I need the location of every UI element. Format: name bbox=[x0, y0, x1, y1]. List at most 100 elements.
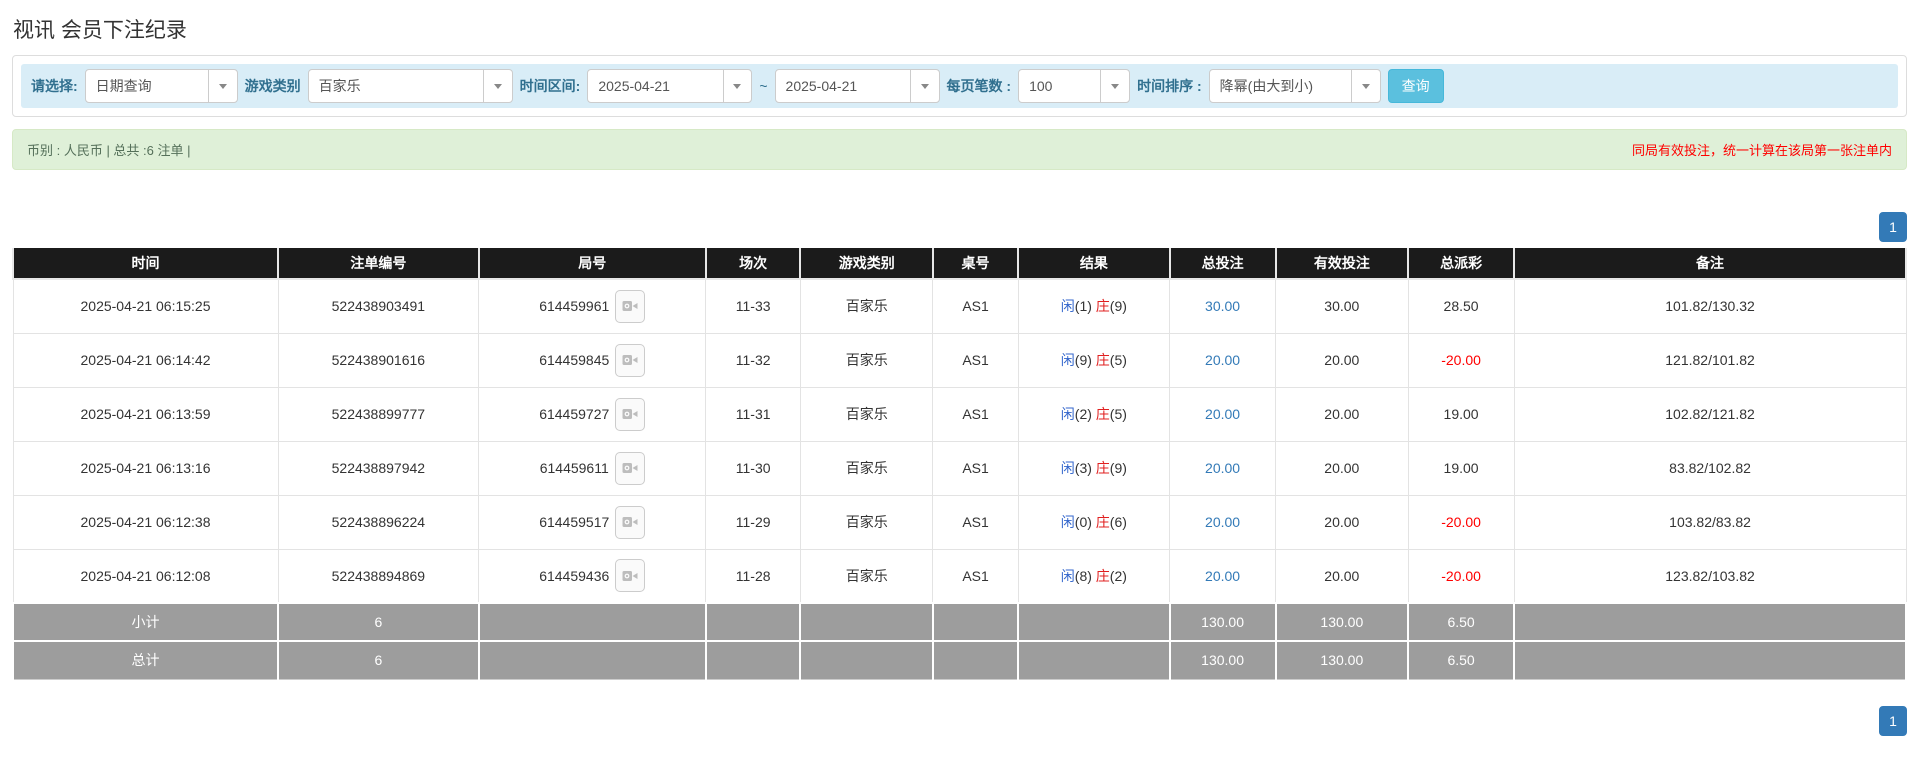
header-round-id: 局号 bbox=[479, 248, 706, 279]
result-player-label: 闲 bbox=[1061, 568, 1075, 584]
cell-valid-bet: 20.00 bbox=[1276, 333, 1409, 387]
result-banker-score: (6) bbox=[1110, 514, 1127, 530]
video-camera-icon bbox=[622, 407, 638, 421]
total-bet-link[interactable]: 20.00 bbox=[1205, 352, 1240, 368]
date-from-input[interactable]: 2025-04-21 bbox=[587, 69, 752, 103]
total-bet-link[interactable]: 30.00 bbox=[1205, 298, 1240, 314]
video-replay-button[interactable] bbox=[615, 506, 645, 539]
result-banker-score: (5) bbox=[1110, 406, 1127, 422]
cell-time: 2025-04-21 06:12:38 bbox=[13, 495, 278, 549]
filter-bar: 请选择: 日期查询 游戏类别 百家乐 时间区间: 2025-04-21 ~ 20… bbox=[21, 64, 1898, 108]
total-label: 总计 bbox=[13, 641, 278, 679]
result-player-label: 闲 bbox=[1061, 298, 1075, 314]
chevron-down-icon[interactable] bbox=[1100, 70, 1129, 102]
pagination-top: 1 bbox=[12, 212, 1907, 242]
total-bet-link[interactable]: 20.00 bbox=[1205, 460, 1240, 476]
header-table-no: 桌号 bbox=[933, 248, 1018, 279]
cell-bet-id: 522438894869 bbox=[278, 549, 479, 603]
video-replay-button[interactable] bbox=[615, 452, 645, 485]
page-1-button[interactable]: 1 bbox=[1879, 212, 1907, 242]
header-bet-id: 注单编号 bbox=[278, 248, 479, 279]
search-button[interactable]: 查询 bbox=[1388, 69, 1444, 103]
cell-valid-bet: 20.00 bbox=[1276, 441, 1409, 495]
page-size-select[interactable]: 100 bbox=[1018, 69, 1130, 103]
query-type-select[interactable]: 日期查询 bbox=[85, 69, 238, 103]
total-row: 总计 6 130.00 130.00 6.50 bbox=[13, 641, 1906, 679]
chevron-down-icon[interactable] bbox=[483, 70, 512, 102]
video-replay-button[interactable] bbox=[615, 344, 645, 377]
page-size-value: 100 bbox=[1019, 70, 1100, 102]
cell-game-type: 百家乐 bbox=[800, 387, 933, 441]
cell-result: 闲(8) 庄(2) bbox=[1018, 549, 1169, 603]
video-replay-button[interactable] bbox=[615, 559, 645, 592]
result-player-label: 闲 bbox=[1061, 460, 1075, 476]
result-banker-label: 庄 bbox=[1096, 514, 1110, 530]
cell-session: 11-28 bbox=[706, 549, 801, 603]
cell-remark: 123.82/103.82 bbox=[1514, 549, 1906, 603]
table-row: 2025-04-21 06:12:38 522438896224 6144595… bbox=[13, 495, 1906, 549]
date-to-value: 2025-04-21 bbox=[776, 70, 910, 102]
header-remark: 备注 bbox=[1514, 248, 1906, 279]
page-size-label: 每页笔数 : bbox=[947, 76, 1012, 96]
cell-payout: 19.00 bbox=[1408, 441, 1514, 495]
result-banker-label: 庄 bbox=[1096, 352, 1110, 368]
game-type-select[interactable]: 百家乐 bbox=[308, 69, 513, 103]
result-banker-label: 庄 bbox=[1096, 298, 1110, 314]
header-total-bet: 总投注 bbox=[1170, 248, 1276, 279]
query-type-label: 请选择: bbox=[31, 76, 78, 96]
total-bet-link[interactable]: 20.00 bbox=[1205, 514, 1240, 530]
chevron-down-icon[interactable] bbox=[910, 70, 939, 102]
cell-round-id: 614459436 bbox=[539, 568, 609, 584]
cell-round-id: 614459611 bbox=[540, 460, 609, 476]
video-replay-button[interactable] bbox=[615, 398, 645, 431]
subtotal-row: 小计 6 130.00 130.00 6.50 bbox=[13, 603, 1906, 641]
cell-remark: 101.82/130.32 bbox=[1514, 279, 1906, 333]
cell-table-no: AS1 bbox=[933, 549, 1018, 603]
cell-game-type: 百家乐 bbox=[800, 279, 933, 333]
sort-select[interactable]: 降幂(由大到小) bbox=[1209, 69, 1381, 103]
total-count: 6 bbox=[278, 641, 479, 679]
cell-round-id: 614459845 bbox=[539, 352, 609, 368]
cell-valid-bet: 30.00 bbox=[1276, 279, 1409, 333]
summary-bar: 币别 : 人民币 | 总共 :6 注单 | 同局有效投注，统一计算在该局第一张注… bbox=[12, 129, 1907, 170]
cell-time: 2025-04-21 06:12:08 bbox=[13, 549, 278, 603]
date-to-input[interactable]: 2025-04-21 bbox=[775, 69, 940, 103]
total-bet-link[interactable]: 20.00 bbox=[1205, 568, 1240, 584]
summary-currency-text: 币别 : 人民币 | 总共 :6 注单 | bbox=[27, 140, 191, 159]
cell-bet-id: 522438897942 bbox=[278, 441, 479, 495]
result-player-score: (1) bbox=[1075, 298, 1092, 314]
result-player-label: 闲 bbox=[1061, 406, 1075, 422]
chevron-down-icon[interactable] bbox=[723, 70, 752, 102]
table-row: 2025-04-21 06:15:25 522438903491 6144599… bbox=[13, 279, 1906, 333]
video-replay-button[interactable] bbox=[615, 290, 645, 323]
cell-round-id: 614459727 bbox=[539, 406, 609, 422]
game-type-value: 百家乐 bbox=[309, 70, 483, 102]
pagination-bottom: 1 bbox=[12, 706, 1907, 736]
chevron-down-icon[interactable] bbox=[208, 70, 237, 102]
header-payout: 总派彩 bbox=[1408, 248, 1514, 279]
page-title: 视讯 会员下注纪录 bbox=[13, 14, 1907, 44]
cell-session: 11-32 bbox=[706, 333, 801, 387]
result-player-label: 闲 bbox=[1061, 514, 1075, 530]
game-type-label: 游戏类别 bbox=[245, 76, 301, 96]
table-row: 2025-04-21 06:12:08 522438894869 6144594… bbox=[13, 549, 1906, 603]
cell-remark: 83.82/102.82 bbox=[1514, 441, 1906, 495]
result-player-score: (8) bbox=[1075, 568, 1092, 584]
total-valid-bet: 130.00 bbox=[1276, 641, 1409, 679]
video-camera-icon bbox=[622, 461, 638, 475]
cell-result: 闲(2) 庄(5) bbox=[1018, 387, 1169, 441]
cell-time: 2025-04-21 06:13:16 bbox=[13, 441, 278, 495]
result-banker-score: (5) bbox=[1110, 352, 1127, 368]
total-bet-link[interactable]: 20.00 bbox=[1205, 406, 1240, 422]
page-1-button[interactable]: 1 bbox=[1879, 706, 1907, 736]
cell-result: 闲(1) 庄(9) bbox=[1018, 279, 1169, 333]
header-result: 结果 bbox=[1018, 248, 1169, 279]
video-camera-icon bbox=[622, 515, 638, 529]
table-row: 2025-04-21 06:14:42 522438901616 6144598… bbox=[13, 333, 1906, 387]
result-banker-label: 庄 bbox=[1096, 460, 1110, 476]
cell-game-type: 百家乐 bbox=[800, 441, 933, 495]
chevron-down-icon[interactable] bbox=[1351, 70, 1380, 102]
cell-payout: -20.00 bbox=[1408, 495, 1514, 549]
cell-game-type: 百家乐 bbox=[800, 495, 933, 549]
cell-round-id: 614459517 bbox=[539, 514, 609, 530]
